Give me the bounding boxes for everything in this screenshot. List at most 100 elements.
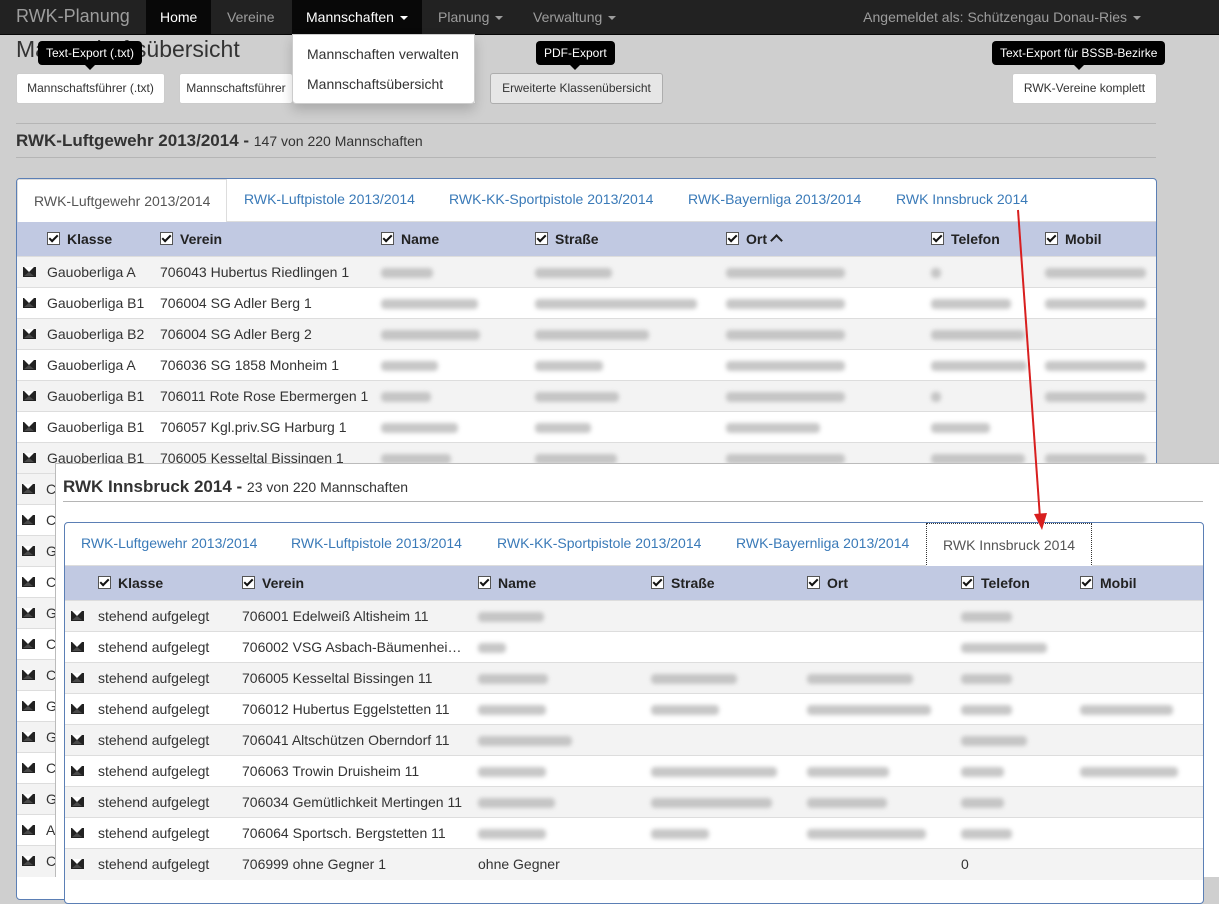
col-mobil[interactable]: Mobil (1080, 566, 1137, 600)
col-label: Mobil (1100, 575, 1137, 591)
col-label: Verein (262, 575, 305, 591)
envelope-icon[interactable] (71, 828, 84, 838)
envelope-icon[interactable] (22, 794, 35, 804)
nav-verwaltung[interactable]: Verwaltung (519, 0, 630, 34)
checkbox-icon[interactable] (478, 576, 491, 589)
col-mobil[interactable]: Mobil (1045, 222, 1102, 256)
envelope-icon[interactable] (23, 298, 36, 308)
col-telefon[interactable]: Telefon (931, 222, 1000, 256)
col-klasse[interactable]: Klasse (98, 566, 163, 600)
envelope-icon[interactable] (22, 732, 35, 742)
rwk-vereine-komplett-button[interactable]: RWK-Vereine komplett (1012, 73, 1157, 104)
checkbox-icon[interactable] (1080, 576, 1093, 589)
redacted-text (381, 423, 458, 433)
redacted-text (478, 798, 555, 808)
tab-luftgewehr[interactable]: RWK-Luftgewehr 2013/2014 (81, 535, 257, 551)
col-name[interactable]: Name (381, 222, 439, 256)
envelope-icon[interactable] (22, 701, 35, 711)
col-telefon[interactable]: Telefon (961, 566, 1030, 600)
tab-luftpistole[interactable]: RWK-Luftpistole 2013/2014 (291, 535, 462, 551)
nav-planung[interactable]: Planung (424, 0, 517, 34)
nav-vereine[interactable]: Vereine (213, 0, 288, 34)
tab-kk-sportpistole[interactable]: RWK-KK-Sportpistole 2013/2014 (497, 535, 701, 551)
checkbox-icon[interactable] (1045, 232, 1058, 245)
col-klasse[interactable]: Klasse (47, 222, 112, 256)
chevron-down-icon (608, 16, 617, 21)
col-strasse[interactable]: Straße (651, 566, 715, 600)
nav-home[interactable]: Home (146, 0, 212, 34)
envelope-icon[interactable] (22, 577, 35, 587)
table-row: Gauoberliga A 706036 SG 1858 Monheim 1 (17, 349, 1156, 381)
tab-kk-sportpistole[interactable]: RWK-KK-Sportpistole 2013/2014 (449, 191, 653, 207)
cell-klasse: stehend aufgelegt (98, 732, 210, 748)
envelope-icon[interactable] (23, 391, 36, 401)
checkbox-icon[interactable] (931, 232, 944, 245)
checkbox-icon[interactable] (98, 576, 111, 589)
sort-ascending-icon[interactable] (770, 234, 783, 247)
table-row: stehend aufgelegt 706002 VSG Asbach-Bäume… (65, 631, 1203, 663)
checkbox-icon[interactable] (961, 576, 974, 589)
checkbox-icon[interactable] (807, 576, 820, 589)
user-menu[interactable]: Angemeldet als: Schützengau Donau-Ries (863, 0, 1141, 34)
tab-innsbruck[interactable]: RWK Innsbruck 2014 (896, 191, 1028, 207)
envelope-icon[interactable] (71, 704, 84, 714)
dropdown-item-mannschaften-verwalten[interactable]: Mannschaften verwalten (293, 39, 474, 69)
redacted-text (961, 643, 1047, 653)
envelope-icon[interactable] (71, 642, 84, 652)
redacted-text (931, 423, 990, 433)
col-ort[interactable]: Ort (726, 222, 783, 256)
redacted-text (961, 736, 1027, 746)
col-name[interactable]: Name (478, 566, 536, 600)
envelope-icon[interactable] (23, 422, 36, 432)
cell-verein: 706043 Hubertus Riedlingen 1 (160, 264, 350, 280)
envelope-icon[interactable] (22, 484, 35, 494)
envelope-icon[interactable] (22, 546, 35, 556)
tab-bayernliga[interactable]: RWK-Bayernliga 2013/2014 (736, 535, 909, 551)
cell-klasse: stehend aufgelegt (98, 763, 210, 779)
col-strasse[interactable]: Straße (535, 222, 599, 256)
tab-innsbruck[interactable]: RWK Innsbruck 2014 (926, 523, 1093, 567)
tab-luftpistole[interactable]: RWK-Luftpistole 2013/2014 (244, 191, 415, 207)
checkbox-icon[interactable] (726, 232, 739, 245)
envelope-icon[interactable] (22, 639, 35, 649)
checkbox-icon[interactable] (160, 232, 173, 245)
envelope-icon[interactable] (71, 611, 84, 621)
envelope-icon[interactable] (71, 673, 84, 683)
cell-verein: 706036 SG 1858 Monheim 1 (160, 357, 340, 373)
checkbox-icon[interactable] (381, 232, 394, 245)
tab-luftgewehr[interactable]: RWK-Luftgewehr 2013/2014 (17, 179, 228, 223)
envelope-icon[interactable] (22, 856, 35, 866)
mannschaftsfuehrer-txt-button[interactable]: Mannschaftsführer (.txt) (16, 73, 165, 104)
envelope-icon[interactable] (23, 329, 36, 339)
checkbox-icon[interactable] (651, 576, 664, 589)
col-ort[interactable]: Ort (807, 566, 848, 600)
envelope-icon[interactable] (71, 735, 84, 745)
envelope-icon[interactable] (22, 670, 35, 680)
nav-verwaltung-label: Verwaltung (533, 9, 603, 25)
table-row-fragment: G (17, 783, 56, 815)
col-verein[interactable]: Verein (242, 566, 304, 600)
envelope-icon[interactable] (71, 766, 84, 776)
checkbox-icon[interactable] (535, 232, 548, 245)
klassenuebersicht-button[interactable]: Erweiterte Klassenübersicht (490, 73, 663, 104)
brand-logo[interactable]: RWK-Planung (16, 6, 130, 27)
checkbox-icon[interactable] (47, 232, 60, 245)
envelope-icon[interactable] (23, 453, 36, 463)
mannschaftsfuehrer-pdf-button[interactable]: Mannschaftsführer (179, 73, 293, 104)
envelope-icon[interactable] (71, 797, 84, 807)
tab-bayernliga[interactable]: RWK-Bayernliga 2013/2014 (688, 191, 861, 207)
cell-klasse: stehend aufgelegt (98, 794, 210, 810)
table-row-fragment: G (17, 597, 56, 629)
envelope-icon[interactable] (22, 763, 35, 773)
envelope-icon[interactable] (22, 825, 35, 835)
envelope-icon[interactable] (23, 360, 36, 370)
envelope-icon[interactable] (22, 515, 35, 525)
nav-mannschaften[interactable]: Mannschaften (292, 0, 422, 34)
dropdown-item-mannschaftsuebersicht[interactable]: Mannschaftsübersicht (293, 69, 474, 99)
redacted-text (651, 674, 737, 684)
col-verein[interactable]: Verein (160, 222, 222, 256)
envelope-icon[interactable] (22, 608, 35, 618)
checkbox-icon[interactable] (242, 576, 255, 589)
envelope-icon[interactable] (71, 859, 84, 869)
envelope-icon[interactable] (23, 267, 36, 277)
